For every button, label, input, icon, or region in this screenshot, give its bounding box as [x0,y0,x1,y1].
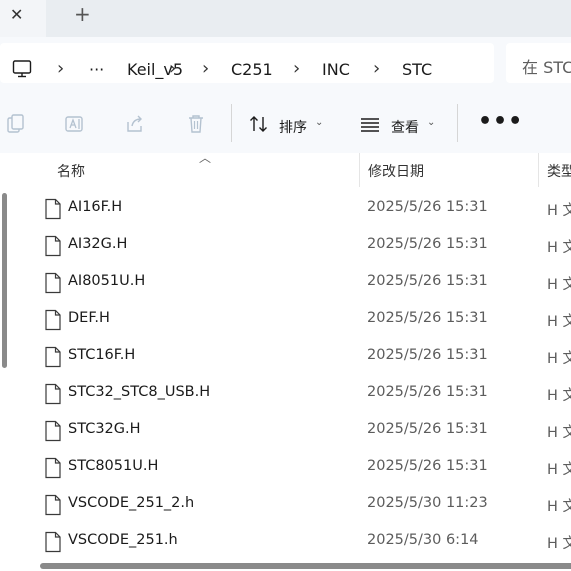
sort-icon[interactable] [248,113,270,135]
file-row[interactable]: AI16F.H 2025/5/26 15:31 H 文 [0,190,571,227]
column-header-type[interactable]: 类型 [547,161,571,181]
breadcrumb-item-keil[interactable]: Keil_v5 [127,60,183,79]
delete-icon[interactable] [185,113,207,135]
command-bar: 排序 ⌄ 查看 ⌄ ••• [0,91,571,154]
file-row[interactable]: VSCODE_251_2.h 2025/5/30 11:23 H 文 [0,486,571,523]
copy-icon[interactable] [5,113,27,135]
horizontal-scrollbar[interactable] [40,563,571,569]
breadcrumb-item-inc[interactable]: INC [322,60,350,79]
file-modified-date: 2025/5/26 15:31 [367,310,488,326]
file-name[interactable]: VSCODE_251_2.h [68,495,194,511]
file-row[interactable]: AI8051U.H 2025/5/26 15:31 H 文 [0,264,571,301]
file-type: H 文 [547,425,571,441]
file-type: H 文 [547,240,571,256]
more-options-button[interactable]: ••• [478,109,523,134]
search-placeholder: 在 STC [522,58,571,77]
breadcrumb-separator[interactable]: › [202,58,209,79]
file-row[interactable]: STC32_STC8_USB.H 2025/5/26 15:31 H 文 [0,375,571,412]
file-row[interactable]: STC16F.H 2025/5/26 15:31 H 文 [0,338,571,375]
column-header-modified[interactable]: 修改日期 [368,161,424,181]
view-button[interactable]: 查看 [391,117,419,137]
file-modified-date: 2025/5/26 15:31 [367,347,488,363]
address-row: › ··· › Keil_v5 › C251 › INC › STC 在 STC [0,37,571,91]
address-bar[interactable]: › ··· › Keil_v5 › C251 › INC › STC [0,43,494,83]
file-icon [45,198,61,220]
file-modified-date: 2025/5/26 15:31 [367,199,488,215]
sort-ascending-icon: ︿ [199,151,212,165]
file-type: H 文 [547,203,571,219]
file-modified-date: 2025/5/30 6:14 [367,532,479,548]
file-name[interactable]: STC32G.H [68,421,141,437]
file-row[interactable]: STC8051U.H 2025/5/26 15:31 H 文 [0,449,571,486]
file-type: H 文 [547,388,571,404]
view-icon[interactable] [359,113,381,135]
file-modified-date: 2025/5/26 15:31 [367,421,488,437]
column-header-row: ︿ 名称 修改日期 类型 [0,151,571,187]
close-tab-icon[interactable]: ✕ [10,5,23,24]
tab-strip: \ ✕ + [0,0,571,37]
file-icon [45,235,61,257]
file-icon [45,457,61,479]
column-divider[interactable] [359,153,360,187]
file-modified-date: 2025/5/30 11:23 [367,495,488,511]
file-row[interactable]: AI32G.H 2025/5/26 15:31 H 文 [0,227,571,264]
file-icon [45,309,61,331]
file-type: H 文 [547,277,571,293]
rename-icon[interactable] [64,113,86,135]
file-name[interactable]: DEF.H [68,310,110,326]
breadcrumb-item-stc[interactable]: STC [402,60,432,79]
toolbar-divider [231,104,232,142]
breadcrumb-item-c251[interactable]: C251 [231,60,273,79]
file-name[interactable]: STC8051U.H [68,458,158,474]
chevron-down-icon[interactable]: ⌄ [315,117,323,128]
file-name[interactable]: STC32_STC8_USB.H [68,384,210,400]
breadcrumb-separator[interactable]: › [293,58,300,79]
file-icon [45,272,61,294]
file-modified-date: 2025/5/26 15:31 [367,458,488,474]
file-name[interactable]: VSCODE_251.h [68,532,178,548]
file-row[interactable]: VSCODE_251.h 2025/5/30 6:14 H 文 [0,523,571,560]
file-type: H 文 [547,536,571,552]
file-name[interactable]: STC16F.H [68,347,135,363]
file-name[interactable]: AI16F.H [68,199,122,215]
file-modified-date: 2025/5/26 15:31 [367,236,488,252]
file-icon [45,420,61,442]
file-icon [45,494,61,516]
file-type: H 文 [547,351,571,367]
breadcrumb-overflow[interactable]: ··· [89,60,104,79]
file-name[interactable]: AI32G.H [68,236,127,252]
tab-active[interactable]: \ ✕ [0,0,46,37]
share-icon[interactable] [124,113,146,135]
search-input[interactable]: 在 STC [506,43,571,83]
column-header-name[interactable]: 名称 [57,161,85,181]
file-modified-date: 2025/5/26 15:31 [367,384,488,400]
file-row[interactable]: DEF.H 2025/5/26 15:31 H 文 [0,301,571,338]
sort-button[interactable]: 排序 [279,117,307,137]
file-modified-date: 2025/5/26 15:31 [367,273,488,289]
file-icon [45,346,61,368]
this-pc-icon[interactable] [12,57,32,81]
file-icon [45,383,61,405]
file-type: H 文 [547,499,571,515]
file-type: H 文 [547,314,571,330]
breadcrumb-separator[interactable]: › [373,58,380,79]
file-icon [45,531,61,553]
breadcrumb-separator[interactable]: › [57,58,64,79]
column-divider[interactable] [538,153,539,187]
file-row[interactable]: STC32G.H 2025/5/26 15:31 H 文 [0,412,571,449]
toolbar-divider [457,104,458,142]
file-name[interactable]: AI8051U.H [68,273,145,289]
file-type: H 文 [547,462,571,478]
file-list: ︿ 名称 修改日期 类型 AI16F.H 2025/5/26 15:31 H 文 AI… [0,151,571,571]
new-tab-button[interactable]: + [74,2,91,26]
chevron-down-icon[interactable]: ⌄ [427,117,435,128]
